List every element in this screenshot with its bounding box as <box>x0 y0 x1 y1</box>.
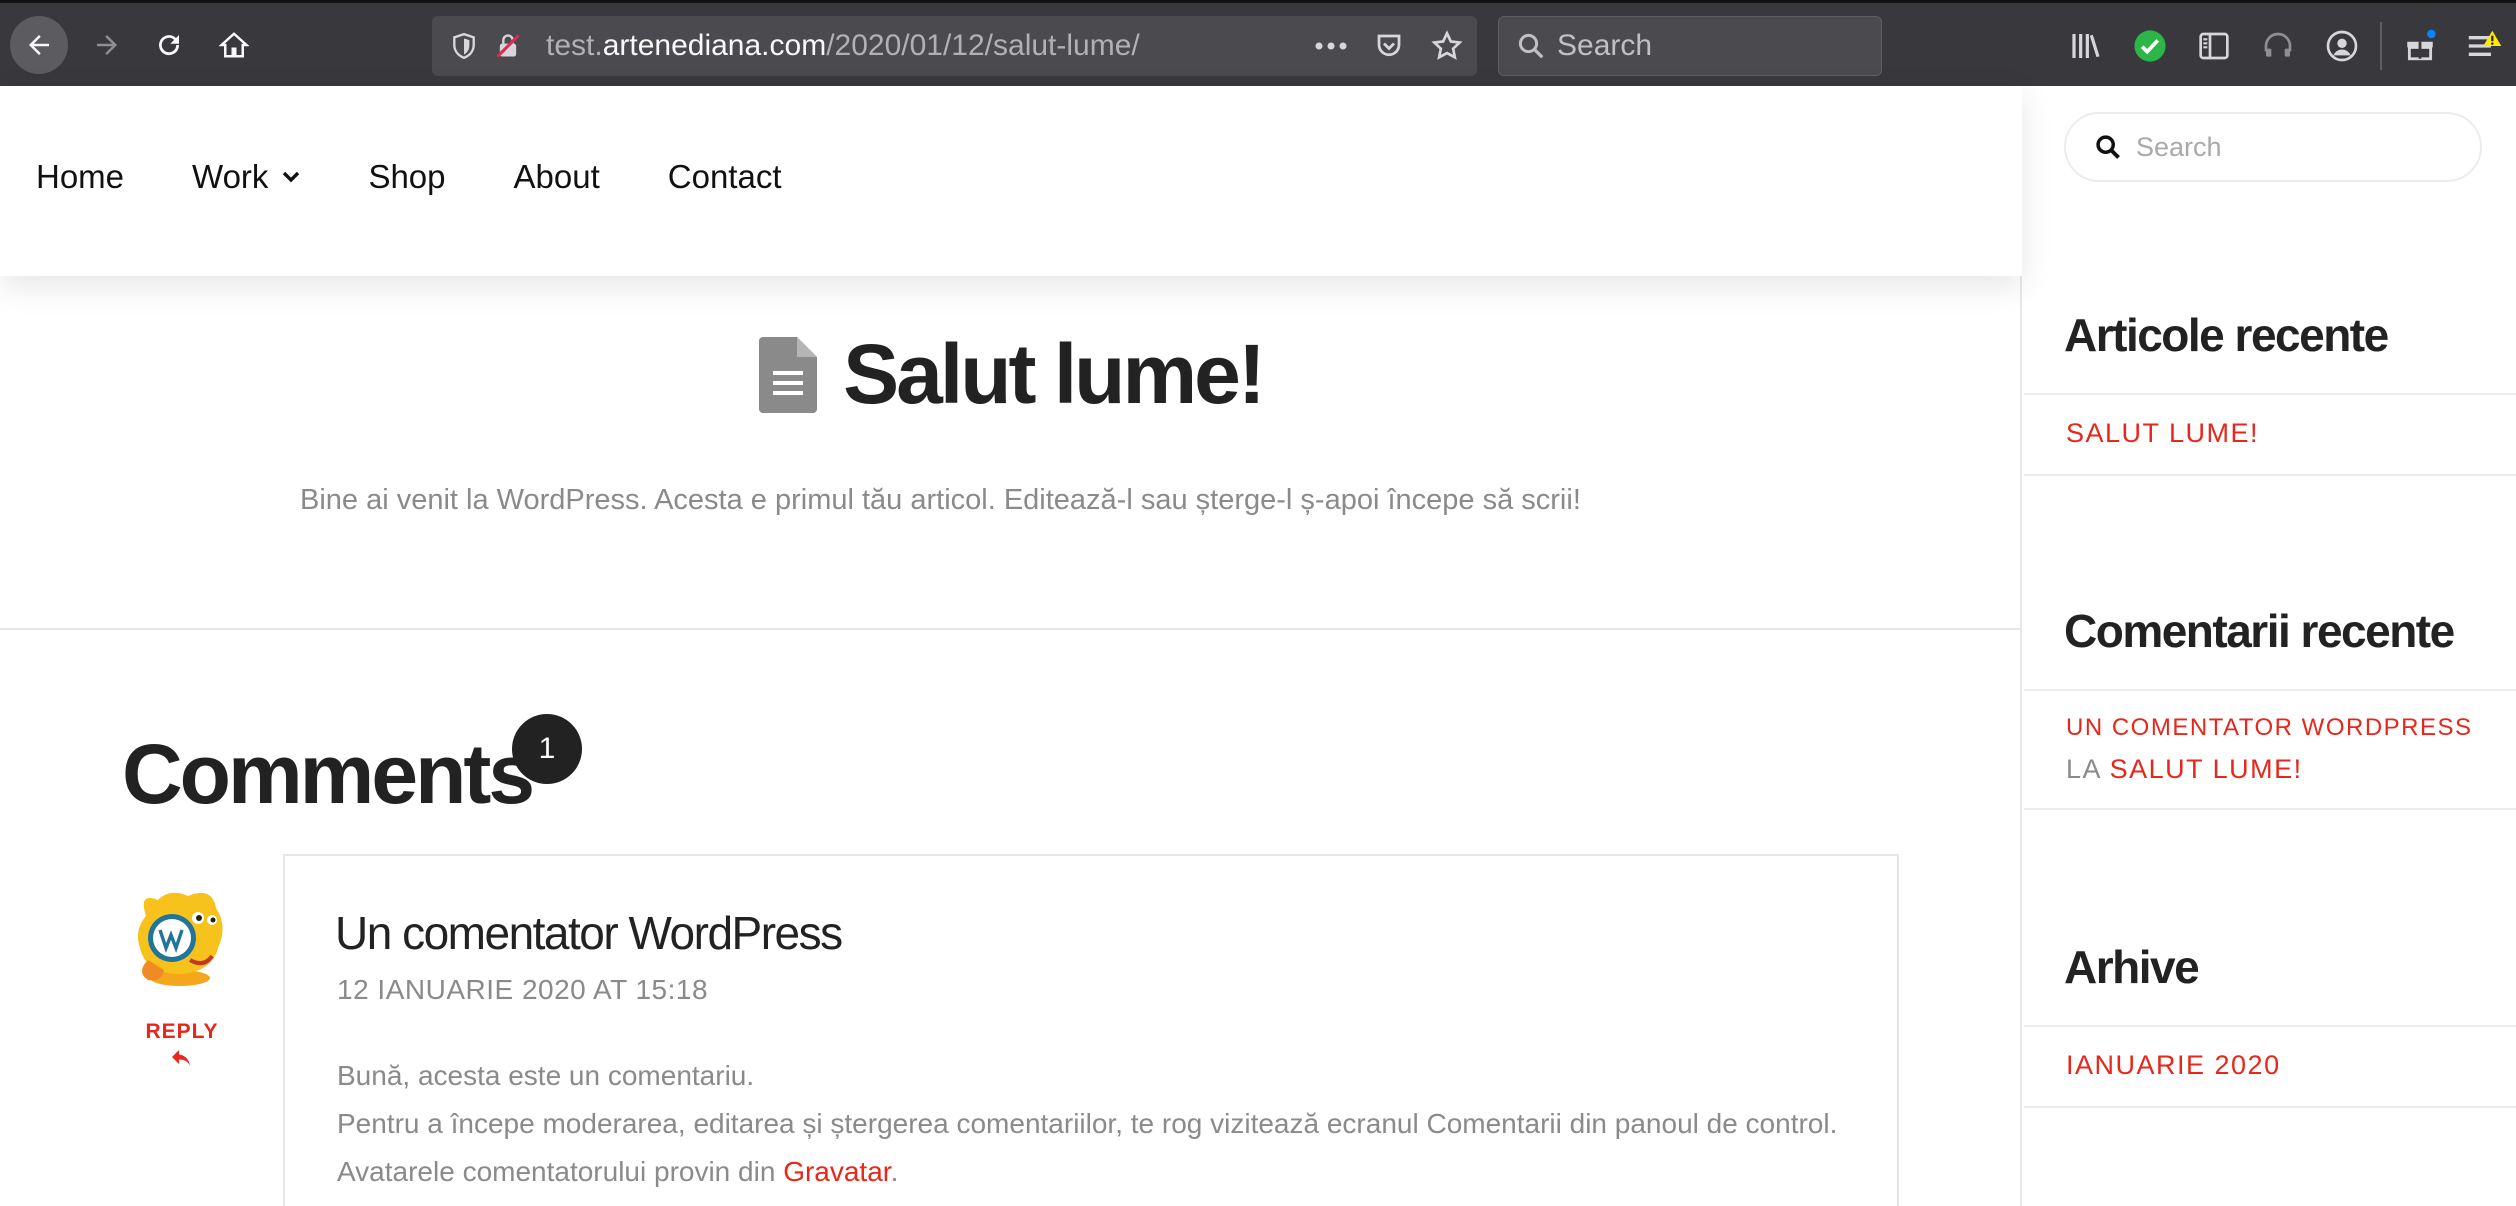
post-title-row: Salut lume! <box>0 326 2022 423</box>
toolbar-separator <box>2380 22 2382 70</box>
reply-link[interactable]: REPLY <box>140 1020 224 1044</box>
extension-check-icon[interactable] <box>2118 16 2182 76</box>
pocket-icon[interactable] <box>1371 26 1407 66</box>
reload-button[interactable] <box>140 16 198 74</box>
menu-warning-icon[interactable] <box>2452 16 2516 76</box>
home-button[interactable] <box>205 16 263 74</box>
menu-item-about[interactable]: About <box>514 158 600 196</box>
widget-divider <box>2024 393 2516 395</box>
chevron-down-icon <box>282 171 300 183</box>
widget-divider <box>2024 808 2516 810</box>
menu-label: About <box>513 158 600 195</box>
library-icon[interactable] <box>2054 16 2118 76</box>
search-icon <box>1513 28 1549 64</box>
gift-icon[interactable] <box>2388 16 2452 76</box>
widget-title-recent-comments: Comentarii recente <box>2064 605 2455 657</box>
comment-line: Pentru a începe moderarea, editarea și ș… <box>337 1108 1838 1139</box>
sidebar: Articole recente SALUT LUME! Comentarii … <box>2024 86 2516 1206</box>
section-divider <box>0 628 2022 630</box>
url-prefix: test. <box>546 29 603 62</box>
comment-avatar[interactable] <box>128 886 232 990</box>
comment-date[interactable]: 12 IANUARIE 2020 AT 15:18 <box>337 974 708 1006</box>
url-path: /2020/01/12/salut-lume/ <box>826 29 1140 62</box>
widget-divider <box>2024 689 2516 691</box>
comment-author[interactable]: Un comentator WordPress <box>335 906 843 960</box>
menu-label: Contact <box>667 158 782 195</box>
comment-card: Un comentator WordPress 12 IANUARIE 2020… <box>283 854 1899 1206</box>
widget-divider <box>2024 1106 2516 1108</box>
url-host: artenediana.com <box>602 29 827 62</box>
sidebar-toggle-icon[interactable] <box>2182 16 2246 76</box>
comment-body: Bună, acesta este un comentariu. Pentru … <box>337 1052 1837 1196</box>
primary-menu: Home Work Shop About Contact <box>36 158 850 196</box>
browser-toolbar: test.artenediana.com/2020/01/12/salut-lu… <box>0 0 2516 86</box>
recent-comment-author[interactable]: UN COMENTATOR WORDPRESS <box>2066 714 2473 742</box>
menu-label: Shop <box>368 158 446 195</box>
menu-item-work[interactable]: Work <box>192 158 300 196</box>
comment-text: Avatarele comentatorului provin din <box>337 1156 784 1187</box>
reload-icon <box>159 35 180 56</box>
browser-search-placeholder: Search <box>1557 29 1653 62</box>
comment-line: Bună, acesta este un comentariu. <box>337 1060 755 1091</box>
widget-divider <box>2024 474 2516 476</box>
more-actions-icon[interactable] <box>1313 26 1349 66</box>
wapuu-avatar-icon <box>138 892 223 986</box>
forward-button[interactable] <box>78 16 136 74</box>
toolbar-icons <box>2054 16 2516 76</box>
widget-divider <box>2024 1025 2516 1027</box>
main-content: Home Work Shop About Contact Salut lume!… <box>0 86 2022 1206</box>
browser-search-bar[interactable]: Search <box>1498 16 1882 76</box>
document-icon <box>759 336 818 413</box>
sidebar-search-input[interactable] <box>2136 131 2456 163</box>
reply-arrow-icon[interactable] <box>170 1046 194 1070</box>
recent-comment-post-link[interactable]: SALUT LUME! <box>2110 754 2303 784</box>
widget-title-recent-posts: Articole recente <box>2064 309 2389 361</box>
site-header: Home Work Shop About Contact <box>0 86 2022 276</box>
bookmark-star-icon[interactable] <box>1429 26 1465 66</box>
recent-comment-entry: LA SALUT LUME! <box>2066 754 2303 785</box>
url-bar[interactable]: test.artenediana.com/2020/01/12/salut-lu… <box>432 16 1477 76</box>
home-icon <box>219 32 249 58</box>
arrow-right-icon <box>97 35 117 55</box>
post-title: Salut lume! <box>843 327 1266 421</box>
back-button[interactable] <box>10 16 68 74</box>
recent-post-link[interactable]: SALUT LUME! <box>2066 418 2259 449</box>
url-text[interactable]: test.artenediana.com/2020/01/12/salut-lu… <box>546 29 1140 63</box>
menu-item-shop[interactable]: Shop <box>368 158 445 196</box>
menu-item-home[interactable]: Home <box>36 158 124 196</box>
post-excerpt: Bine ai venit la WordPress. Acesta e pri… <box>300 484 1581 516</box>
menu-label: Work <box>192 158 269 195</box>
menu-label: Home <box>36 158 125 195</box>
headset-icon[interactable] <box>2246 16 2310 76</box>
widget-title-archives: Arhive <box>2064 941 2200 993</box>
menu-item-contact[interactable]: Contact <box>668 158 782 196</box>
comments-heading: Comments <box>122 727 535 821</box>
webpage: Home Work Shop About Contact Salut lume!… <box>0 86 2516 1206</box>
account-icon[interactable] <box>2310 16 2374 76</box>
recent-comment-connector: LA <box>2066 754 2101 784</box>
arrow-left-icon <box>29 35 49 55</box>
insecure-lock-icon[interactable] <box>488 26 528 66</box>
search-icon <box>2094 133 2122 161</box>
comment-count-badge: 1 <box>512 714 582 784</box>
archive-link[interactable]: IANUARIE 2020 <box>2066 1050 2281 1081</box>
sidebar-search[interactable] <box>2064 112 2482 182</box>
comment-text: . <box>890 1156 899 1187</box>
shield-icon[interactable] <box>444 26 484 66</box>
gravatar-link[interactable]: Gravatar <box>783 1156 890 1187</box>
comment-line: Avatarele comentatorului provin din Grav… <box>337 1148 1837 1196</box>
